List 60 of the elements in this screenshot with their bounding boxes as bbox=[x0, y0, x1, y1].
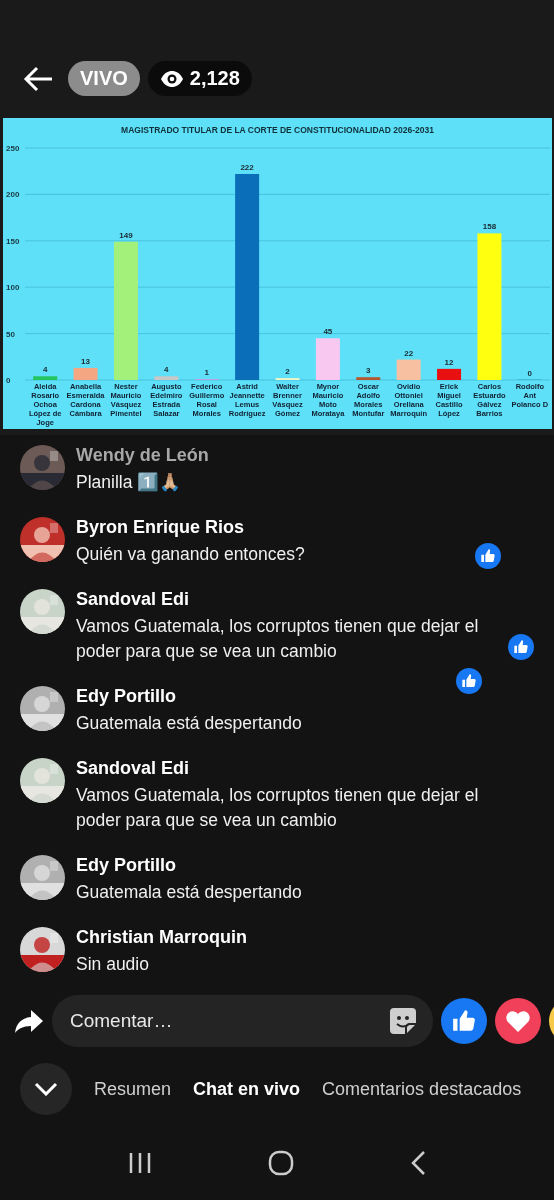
like-reaction-icon bbox=[508, 634, 534, 660]
value-label: 13 bbox=[81, 356, 91, 366]
tab[interactable]: Chat en vivo bbox=[193, 1078, 301, 1100]
value-label: 12 bbox=[444, 357, 454, 367]
like-reaction-icon bbox=[456, 668, 482, 694]
value-label: 0 bbox=[527, 369, 533, 378]
comment-text: Sin audio bbox=[76, 953, 150, 976]
collapse-button[interactable] bbox=[20, 1063, 72, 1115]
value-label: 3 bbox=[366, 366, 371, 376]
bar bbox=[356, 377, 381, 380]
tab[interactable]: Resumen bbox=[94, 1078, 172, 1100]
commenter-name: Wendy de León bbox=[76, 445, 209, 466]
like-reaction-icon bbox=[475, 543, 501, 569]
axis-tick-label: 0 bbox=[6, 376, 11, 385]
recent-apps-icon[interactable] bbox=[128, 1151, 152, 1174]
comment-text: Guatemala está despertando bbox=[76, 712, 302, 735]
value-label: 1 bbox=[204, 368, 209, 378]
commenter-name: Edy Portillo bbox=[76, 855, 177, 876]
commenter-name: Edy Portillo bbox=[76, 686, 177, 707]
value-label: 45 bbox=[323, 327, 333, 337]
comment-text: Vamos Guatemala, los corruptos tienen que dejar el poder para que se vea un cambio bbox=[76, 784, 480, 832]
commenter-name: Christian Marroquin bbox=[76, 927, 247, 948]
heart-icon bbox=[505, 1009, 531, 1033]
value-label: 222 bbox=[240, 163, 254, 172]
value-label: 22 bbox=[404, 348, 414, 358]
chart-title: MAGISTRADO TITULAR DE LA CORTE DE CONSTITUCIONALIDAD 2026-2031 bbox=[121, 125, 434, 135]
value-label: 4 bbox=[164, 365, 169, 375]
tab[interactable]: Comentarios destacados bbox=[322, 1078, 522, 1100]
live-badge: VIVO bbox=[68, 61, 140, 96]
bar bbox=[315, 338, 340, 380]
axis-tick-label: 150 bbox=[6, 236, 20, 246]
comment-text: Vamos Guatemala, los corruptos tienen que dejar el poder para que se vea un cambio bbox=[76, 615, 480, 663]
home-icon[interactable] bbox=[268, 1149, 294, 1176]
value-label: 158 bbox=[482, 222, 497, 232]
comment-text: Guatemala está despertando bbox=[76, 881, 302, 904]
value-label: 4 bbox=[42, 365, 48, 375]
thumbs-up-icon bbox=[451, 1008, 477, 1034]
bar bbox=[33, 376, 58, 380]
commenter-name: Byron Enrique Rios bbox=[76, 517, 246, 538]
eye-icon bbox=[159, 69, 184, 88]
comment-text: Planilla 1⃣🙏🏼 bbox=[76, 471, 183, 494]
love-button[interactable] bbox=[495, 998, 541, 1044]
axis-tick-label: 250 bbox=[6, 144, 20, 153]
comment-text: Quién va ganando entonces? bbox=[76, 543, 305, 566]
value-label: 2 bbox=[285, 367, 290, 377]
bar bbox=[154, 376, 179, 380]
axis-tick-label: 200 bbox=[6, 190, 20, 200]
value-label: 149 bbox=[119, 230, 133, 240]
axis-tick-label: 50 bbox=[6, 329, 15, 339]
comment-field[interactable]: Comentar… bbox=[52, 995, 433, 1047]
like-button[interactable] bbox=[441, 998, 487, 1044]
axis-tick-label: 100 bbox=[6, 283, 20, 293]
back-icon[interactable] bbox=[410, 1149, 426, 1176]
viewer-count: 2,128 bbox=[147, 61, 252, 96]
commenter-name: Sandoval Edi bbox=[76, 758, 191, 779]
chevron-down-icon bbox=[34, 1082, 58, 1096]
share-icon[interactable] bbox=[14, 1008, 44, 1034]
commenter-name: Sandoval Edi bbox=[76, 589, 191, 610]
sticker-icon[interactable] bbox=[389, 1007, 417, 1035]
back-button[interactable] bbox=[22, 64, 54, 93]
